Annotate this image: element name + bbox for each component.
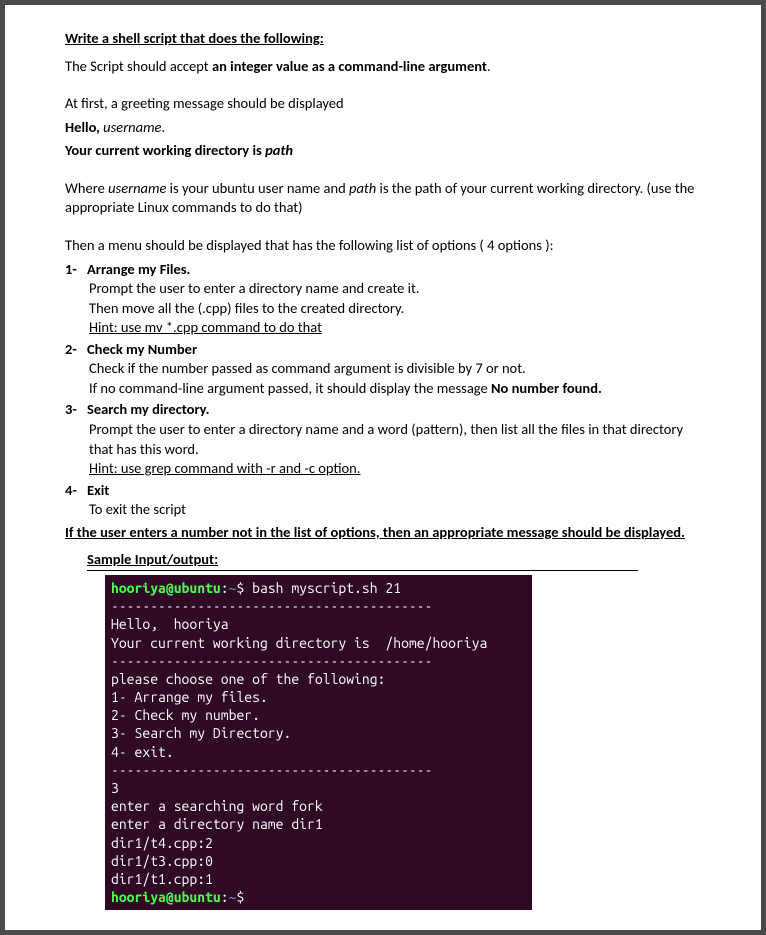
option-line: Check if the number passed as command ar… — [89, 359, 701, 379]
greeting-hello-post: . — [161, 118, 165, 136]
option-line-pre: If no command-line argument passed, it s… — [89, 379, 491, 397]
prompt-path: ~ — [229, 889, 237, 905]
terminal-line: dir1/t1.cpp:1 — [111, 871, 213, 887]
greeting-hello-italic: username — [103, 118, 161, 136]
option-num: 1- — [65, 260, 87, 280]
terminal-line: 3- Search my Directory. — [111, 725, 291, 741]
option-line-bold: No number found. — [491, 379, 602, 397]
terminal-line: 2- Check my number. — [111, 707, 260, 723]
terminal-line: 4- exit. — [111, 744, 174, 760]
option-title: Exit — [87, 481, 109, 499]
intro-pre: The Script should accept — [65, 57, 212, 75]
terminal-cmd: bash myscript.sh 21 — [252, 580, 401, 596]
intro-post: . — [487, 57, 491, 75]
option-4: 4-Exit To exit the script — [65, 481, 701, 520]
option-line: Prompt the user to enter a directory nam… — [89, 420, 701, 459]
greeting-cwd-bold: Your current working directory is — [65, 141, 265, 159]
prompt-sep: : — [221, 889, 229, 905]
terminal-line: 1- Arrange my files. — [111, 689, 268, 705]
terminal-line: dir1/t4.cpp:2 — [111, 835, 213, 851]
prompt-dollar: $ — [236, 889, 252, 905]
menu-intro: Then a menu should be displayed that has… — [65, 236, 701, 256]
terminal-line: Hello, hooriya — [111, 616, 229, 632]
greeting-cwd-italic: path — [265, 141, 293, 159]
where-paragraph: Where username is your ubuntu user name … — [65, 179, 701, 218]
option-body: To exit the script — [89, 500, 701, 520]
option-title: Check my Number — [87, 340, 197, 358]
option-num: 2- — [65, 340, 87, 360]
intro-bold: an integer value as a command-line argum… — [212, 57, 487, 75]
page-title: Write a shell script that does the follo… — [65, 29, 701, 49]
greeting-hello-bold: Hello, — [65, 118, 103, 136]
terminal-line: please choose one of the following: — [111, 671, 385, 687]
option-num: 4- — [65, 481, 87, 501]
option-body: Prompt the user to enter a directory nam… — [89, 279, 701, 338]
greeting-hello-line: Hello, username. — [65, 118, 701, 138]
option-3: 3-Search my directory. Prompt the user t… — [65, 400, 701, 478]
terminal-line: dir1/t3.cpp:0 — [111, 853, 213, 869]
option-hint: Hint: use mv *.cpp command to do that — [89, 318, 701, 338]
option-2: 2-Check my Number Check if the number pa… — [65, 340, 701, 399]
option-line: Then move all the (.cpp) files to the cr… — [89, 299, 701, 319]
option-line-with-bold: If no command-line argument passed, it s… — [89, 379, 701, 399]
greeting-cwd-line: Your current working directory is path — [65, 141, 701, 161]
sample-heading: Sample Input/output: — [87, 550, 638, 571]
where-mid: is your ubuntu user name and — [166, 179, 349, 197]
intro-paragraph: The Script should accept an integer valu… — [65, 57, 701, 77]
option-line: Prompt the user to enter a directory nam… — [89, 279, 701, 299]
option-body: Check if the number passed as command ar… — [89, 359, 701, 398]
option-title: Search my directory. — [87, 400, 210, 418]
terminal-line: ----------------------------------------… — [111, 762, 432, 778]
prompt-dollar: $ — [236, 580, 252, 596]
terminal-line: Your current working directory is /home/… — [111, 635, 487, 651]
where-path: path — [349, 179, 376, 197]
option-num: 3- — [65, 400, 87, 420]
option-hint: Hint: use grep command with -r and -c op… — [89, 459, 701, 479]
option-body: Prompt the user to enter a directory nam… — [89, 420, 701, 479]
prompt-user: hooriya@ubuntu — [111, 580, 221, 596]
option-line: To exit the script — [89, 500, 701, 520]
terminal-line: ----------------------------------------… — [111, 598, 432, 614]
option-title: Arrange my Files. — [87, 260, 190, 278]
bottom-note: If the user enters a number not in the l… — [65, 523, 701, 543]
option-1: 1-Arrange my Files. Prompt the user to e… — [65, 260, 701, 338]
where-user: username — [108, 179, 166, 197]
terminal-line: 3 — [111, 780, 119, 796]
where-pre: Where — [65, 179, 108, 197]
prompt-user: hooriya@ubuntu — [111, 889, 221, 905]
prompt-sep: : — [221, 580, 229, 596]
terminal-line: enter a directory name dir1 — [111, 816, 323, 832]
terminal-line: enter a searching word fork — [111, 798, 323, 814]
terminal-output: hooriya@ubuntu:~$ bash myscript.sh 21 --… — [105, 575, 532, 910]
greeting-intro: At first, a greeting message should be d… — [65, 94, 701, 114]
document-page: Write a shell script that does the follo… — [5, 5, 761, 930]
terminal-line: ----------------------------------------… — [111, 653, 432, 669]
